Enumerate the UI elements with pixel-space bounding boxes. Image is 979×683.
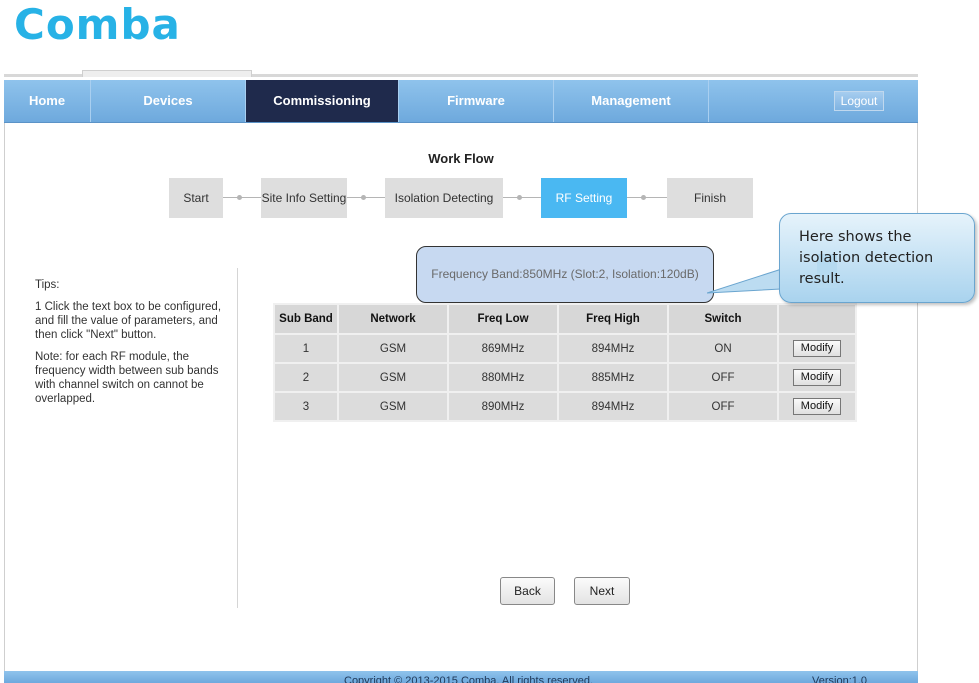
copyright-text: Copyright © 2013-2015 Comba. All rights … (344, 675, 594, 683)
top-divider (4, 70, 918, 77)
table-row: 2 GSM 880MHz 885MHz OFF Modify (273, 362, 857, 393)
step-connector (223, 195, 263, 200)
step-rf-setting: RF Setting (541, 178, 627, 218)
cell-freq-low: 890MHz (447, 391, 559, 422)
cell-switch: OFF (667, 391, 779, 422)
comba-logo: Comba (14, 0, 181, 49)
cell-network: GSM (337, 333, 449, 364)
logout-button[interactable]: Logout (834, 91, 884, 111)
tab-outline (82, 70, 252, 77)
frequency-band-info: Frequency Band:850MHz (Slot:2, Isolation… (416, 246, 714, 303)
cell-freq-low: 869MHz (447, 333, 559, 364)
cell-freq-low: 880MHz (447, 362, 559, 393)
cell-freq-high: 885MHz (557, 362, 669, 393)
cell-network: GSM (337, 391, 449, 422)
content-panel: Work Flow Start Site Info Setting Isolat… (4, 123, 918, 671)
step-finish: Finish (667, 178, 753, 218)
cell-switch: OFF (667, 362, 779, 393)
step-connector (347, 195, 385, 200)
tips-note: Note: for each RF module, the frequency … (35, 351, 219, 405)
footer-bar: Copyright © 2013-2015 Comba. All rights … (4, 671, 918, 683)
nav-firmware[interactable]: Firmware (399, 80, 554, 122)
cell-action: Modify (777, 362, 857, 393)
col-freq-high: Freq High (557, 303, 669, 335)
callout-text: Here shows the isolation detection resul… (799, 229, 934, 287)
step-site-info-setting: Site Info Setting (261, 178, 347, 218)
cell-switch: ON (667, 333, 779, 364)
nav-home[interactable]: Home (4, 80, 91, 122)
back-button[interactable]: Back (500, 577, 555, 605)
cell-sub-band: 2 (273, 362, 339, 393)
modify-button[interactable]: Modify (793, 340, 841, 357)
modify-button[interactable]: Modify (793, 398, 841, 415)
cell-sub-band: 1 (273, 333, 339, 364)
nav-management[interactable]: Management (554, 80, 709, 122)
cell-freq-high: 894MHz (557, 333, 669, 364)
tips-heading: Tips: (35, 279, 60, 291)
step-connector (627, 195, 667, 200)
version-text: Version:1.0 (812, 675, 868, 683)
cell-action: Modify (777, 391, 857, 422)
table-row: 1 GSM 869MHz 894MHz ON Modify (273, 333, 857, 364)
sub-band-table: Sub Band Network Freq Low Freq High Swit… (273, 303, 857, 422)
tips-section: Tips: 1 Click the text box to be configu… (35, 278, 235, 414)
col-network: Network (337, 303, 449, 335)
main-nav-bar: Home Devices Commissioning Firmware Mana… (4, 80, 918, 123)
col-freq-low: Freq Low (447, 303, 559, 335)
next-button[interactable]: Next (574, 577, 630, 605)
table-row: 3 GSM 890MHz 894MHz OFF Modify (273, 391, 857, 422)
nav-commissioning[interactable]: Commissioning (246, 80, 399, 122)
cell-action: Modify (777, 333, 857, 364)
vertical-divider (237, 268, 238, 608)
modify-button[interactable]: Modify (793, 369, 841, 386)
workflow-title: Work Flow (428, 151, 494, 166)
nav-devices[interactable]: Devices (91, 80, 246, 122)
cell-network: GSM (337, 362, 449, 393)
step-isolation-detecting: Isolation Detecting (385, 178, 503, 218)
cell-sub-band: 3 (273, 391, 339, 422)
tips-item: 1 Click the text box to be configured, a… (35, 301, 222, 341)
step-connector (503, 195, 541, 200)
step-start: Start (169, 178, 223, 218)
col-sub-band: Sub Band (273, 303, 339, 335)
annotation-callout: Here shows the isolation detection resul… (707, 213, 975, 303)
cell-freq-high: 894MHz (557, 391, 669, 422)
